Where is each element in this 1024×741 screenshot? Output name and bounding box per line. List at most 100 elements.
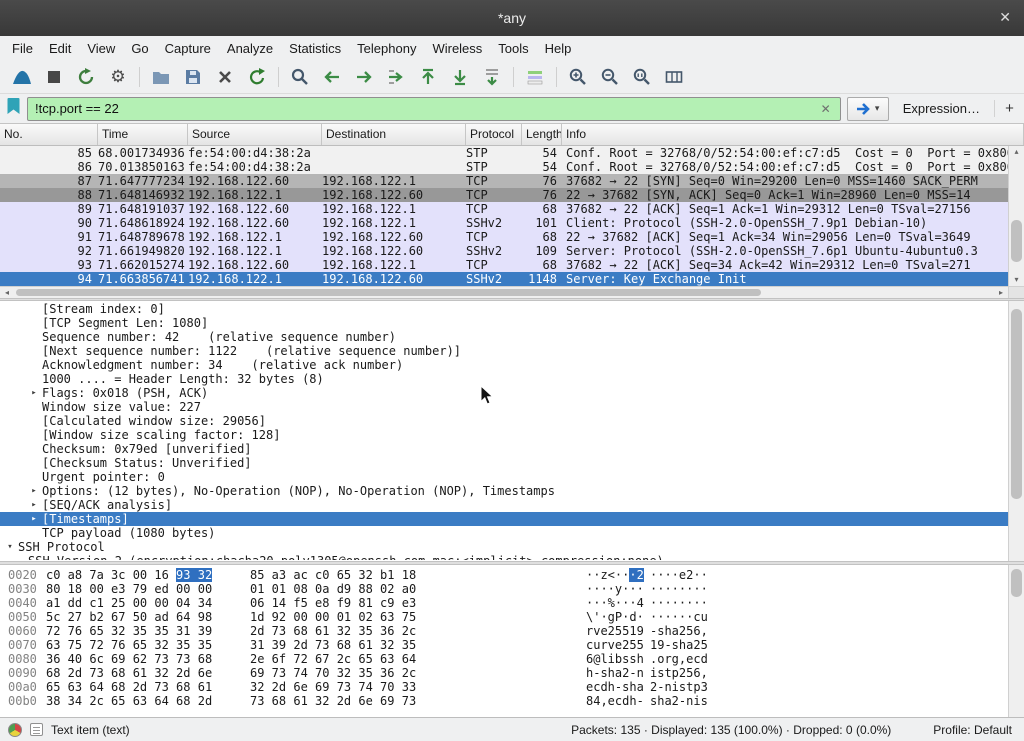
go-to-packet-icon[interactable]: [380, 63, 412, 91]
close-file-icon[interactable]: [209, 63, 241, 91]
detail-line[interactable]: [Calculated window size: 29056]: [0, 414, 1008, 428]
detail-line[interactable]: Urgent pointer: 0: [0, 470, 1008, 484]
detail-line[interactable]: Window size value: 227: [0, 400, 1008, 414]
column-header-protocol[interactable]: Protocol: [466, 124, 522, 145]
ascii-bytes[interactable]: ····e2··: [650, 568, 708, 582]
expand-arrow-icon[interactable]: [26, 526, 42, 540]
save-file-icon[interactable]: [177, 63, 209, 91]
ascii-bytes[interactable]: h-sha2-n: [586, 666, 644, 680]
reload-file-icon[interactable]: [241, 63, 273, 91]
ascii-bytes[interactable]: rve25519: [586, 624, 644, 638]
expand-arrow-icon[interactable]: [26, 428, 42, 442]
hex-bytes[interactable]: 72 76 65 32 35 35 31 39: [46, 624, 212, 638]
packet-row-87[interactable]: 8771.647777234192.168.122.60192.168.122.…: [0, 174, 1008, 188]
ascii-bytes[interactable]: ········: [650, 582, 708, 596]
packet-row-90[interactable]: 9071.648618924192.168.122.60192.168.122.…: [0, 216, 1008, 230]
zoom-in-icon[interactable]: [562, 63, 594, 91]
menu-telephony[interactable]: Telephony: [349, 38, 424, 59]
expand-arrow-icon[interactable]: [26, 316, 42, 330]
hex-row[interactable]: 007063 75 72 76 65 32 35 3531 39 2d 73 6…: [0, 638, 1008, 652]
hex-bytes[interactable]: 01 01 08 0a d9 88 02 a0: [250, 582, 416, 596]
packet-list-scroll-thumb[interactable]: [1011, 220, 1022, 262]
ascii-bytes[interactable]: ecdh-sha: [586, 680, 644, 694]
capture-options-icon[interactable]: ⚙: [102, 63, 134, 91]
auto-scroll-icon[interactable]: [476, 63, 508, 91]
ascii-bytes[interactable]: ··z<···2: [586, 568, 644, 582]
go-first-icon[interactable]: [412, 63, 444, 91]
display-filter-field[interactable]: ✕: [27, 97, 841, 121]
hex-bytes[interactable]: 69 73 74 70 32 35 36 2c: [250, 666, 416, 680]
packet-list-horizontal-scrollbar[interactable]: ◂ ▸: [0, 286, 1008, 298]
status-profile[interactable]: Profile: Default: [933, 723, 1012, 737]
go-back-icon[interactable]: [316, 63, 348, 91]
display-filter-input[interactable]: [35, 101, 819, 116]
expand-arrow-icon[interactable]: [26, 400, 42, 414]
scroll-down-icon[interactable]: ▾: [1009, 274, 1024, 286]
expand-arrow-icon[interactable]: ▸: [26, 484, 42, 498]
detail-line[interactable]: [Next sequence number: 1122 (relative se…: [0, 344, 1008, 358]
expand-arrow-icon[interactable]: [26, 358, 42, 372]
filter-bookmark-icon[interactable]: [6, 97, 21, 120]
hex-bytes[interactable]: 36 40 6c 69 62 73 73 68: [46, 652, 212, 666]
packet-row-92[interactable]: 9271.661949820192.168.122.1192.168.122.6…: [0, 244, 1008, 258]
ascii-bytes[interactable]: 2-nistp3: [650, 680, 708, 694]
hex-row[interactable]: 00a065 63 64 68 2d 73 68 6132 2d 6e 69 7…: [0, 680, 1008, 694]
hex-row[interactable]: 00505c 27 b2 67 50 ad 64 981d 92 00 00 0…: [0, 610, 1008, 624]
hex-bytes[interactable]: a1 dd c1 25 00 00 04 34: [46, 596, 212, 610]
hex-row[interactable]: 009068 2d 73 68 61 32 2d 6e69 73 74 70 3…: [0, 666, 1008, 680]
hex-bytes[interactable]: 80 18 00 e3 79 ed 00 00: [46, 582, 212, 596]
column-header-destination[interactable]: Destination: [322, 124, 466, 145]
titlebar[interactable]: *any ✕: [0, 0, 1024, 36]
ascii-bytes[interactable]: ···%···4: [586, 596, 644, 610]
start-capture-icon[interactable]: [6, 63, 38, 91]
expand-arrow-icon[interactable]: ▸: [26, 386, 42, 400]
menu-tools[interactable]: Tools: [490, 38, 536, 59]
capture-comment-icon[interactable]: [30, 723, 43, 736]
packet-row-93[interactable]: 9371.662015274192.168.122.60192.168.122.…: [0, 258, 1008, 272]
detail-line-flags[interactable]: ▸Flags: 0x018 (PSH, ACK): [0, 386, 1008, 400]
hex-vertical-scrollbar[interactable]: [1008, 565, 1024, 717]
hex-bytes[interactable]: 65 63 64 68 2d 73 68 61: [46, 680, 212, 694]
column-header-length[interactable]: Length: [522, 124, 562, 145]
expand-arrow-icon[interactable]: [26, 470, 42, 484]
detail-line[interactable]: [Checksum Status: Unverified]: [0, 456, 1008, 470]
menu-wireless[interactable]: Wireless: [424, 38, 490, 59]
resize-columns-icon[interactable]: [658, 63, 690, 91]
hex-row[interactable]: 0040a1 dd c1 25 00 00 04 3406 14 f5 e8 f…: [0, 596, 1008, 610]
menu-statistics[interactable]: Statistics: [281, 38, 349, 59]
hex-bytes[interactable]: 85 a3 ac c0 65 32 b1 18: [250, 568, 416, 582]
hex-bytes[interactable]: 5c 27 b2 67 50 ad 64 98: [46, 610, 212, 624]
hex-row[interactable]: 00b038 34 2c 65 63 64 68 2d73 68 61 32 2…: [0, 694, 1008, 708]
ascii-bytes[interactable]: sha2-nis: [650, 694, 708, 708]
horizontal-scroll-thumb[interactable]: [16, 289, 761, 296]
packet-row-91[interactable]: 9171.648789678192.168.122.1192.168.122.6…: [0, 230, 1008, 244]
menu-analyze[interactable]: Analyze: [219, 38, 281, 59]
restart-capture-icon[interactable]: [70, 63, 102, 91]
ascii-bytes[interactable]: ····y···: [586, 582, 644, 596]
ascii-bytes[interactable]: .org,ecd: [650, 652, 708, 666]
hex-bytes[interactable]: 1d 92 00 00 01 02 63 75: [250, 610, 416, 624]
packet-row-89[interactable]: 8971.648191037192.168.122.60192.168.122.…: [0, 202, 1008, 216]
expand-arrow-icon[interactable]: [26, 330, 42, 344]
expand-arrow-icon[interactable]: [26, 442, 42, 456]
detail-line[interactable]: Checksum: 0x79ed [unverified]: [0, 442, 1008, 456]
zoom-reset-icon[interactable]: [626, 63, 658, 91]
hex-row[interactable]: 0020c0 a8 7a 3c 00 16 93 3285 a3 ac c0 6…: [0, 568, 1008, 582]
detail-line[interactable]: [Stream index: 0]: [0, 302, 1008, 316]
packet-row-86[interactable]: 8670.013850163fe:54:00:d4:38:2aSTP54Conf…: [0, 160, 1008, 174]
ascii-bytes[interactable]: 84,ecdh-: [586, 694, 644, 708]
expand-arrow-icon[interactable]: [26, 344, 42, 358]
expression-button[interactable]: Expression…: [895, 101, 988, 116]
scroll-left-icon[interactable]: ◂: [0, 288, 14, 297]
add-filter-button[interactable]: +: [994, 100, 1016, 117]
apply-filter-button[interactable]: ▾: [847, 97, 889, 121]
packet-row-94-selected[interactable]: 9471.663856741192.168.122.1192.168.122.6…: [0, 272, 1008, 286]
column-header-info[interactable]: Info: [562, 124, 1024, 145]
menu-go[interactable]: Go: [123, 38, 156, 59]
hex-row[interactable]: 006072 76 65 32 35 35 31 392d 73 68 61 3…: [0, 624, 1008, 638]
hex-bytes[interactable]: 2d 73 68 61 32 35 36 2c: [250, 624, 416, 638]
detail-line-payload[interactable]: TCP payload (1080 bytes): [0, 526, 1008, 540]
detail-line-seq-ack[interactable]: ▸[SEQ/ACK analysis]: [0, 498, 1008, 512]
hex-bytes[interactable]: 2e 6f 72 67 2c 65 63 64: [250, 652, 416, 666]
scroll-right-icon[interactable]: ▸: [994, 288, 1008, 297]
